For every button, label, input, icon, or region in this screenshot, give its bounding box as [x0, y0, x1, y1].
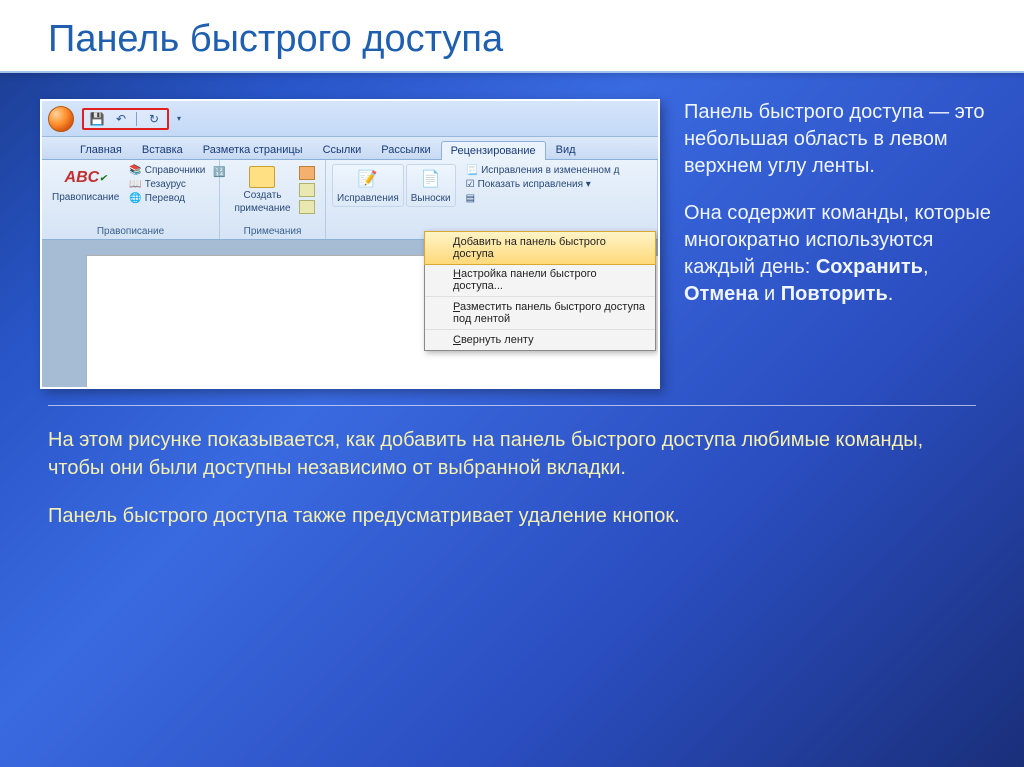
thesaurus-icon: 📖 — [129, 179, 141, 190]
translate-icon: 🌐 — [129, 193, 141, 204]
tab-review[interactable]: Рецензирование — [441, 141, 546, 160]
tab-layout[interactable]: Разметка страницы — [193, 140, 313, 159]
quick-access-toolbar: 💾 ↶ ↻ — [82, 108, 169, 130]
ribbon: ABC✔ Правописание 📚Справочники 📖Тезаурус… — [42, 160, 658, 240]
doc-icon: 📃 — [466, 165, 478, 176]
undo-icon[interactable]: ↶ — [112, 110, 130, 128]
context-menu: Добавить на панель быстрого доступа Наст… — [424, 231, 656, 351]
track-changes-button[interactable]: 📝 Исправления — [332, 164, 404, 207]
side-paragraph-2: Она содержит команды, которые многократн… — [684, 200, 996, 308]
prev-comment-icon[interactable] — [299, 183, 315, 197]
office-button-icon[interactable] — [48, 106, 74, 132]
balloons-icon: 📄 — [419, 167, 443, 191]
qat-dropdown-icon[interactable]: ▾ — [177, 114, 181, 123]
check-icon: ☑ — [466, 179, 475, 190]
menu-add-to-qat[interactable]: Добавить на панель быстрого доступа — [424, 231, 656, 265]
tab-view[interactable]: Вид — [546, 140, 586, 159]
research-button[interactable]: 📚Справочники — [127, 164, 207, 177]
reviewing-pane[interactable]: ▤ — [464, 192, 622, 205]
spellcheck-button[interactable]: ABC✔ Правописание — [48, 164, 123, 205]
spellcheck-label: Правописание — [52, 192, 119, 203]
balloons-button[interactable]: 📄 Выноски — [406, 164, 456, 207]
show-markup[interactable]: ☑Показать исправления ▾ — [464, 178, 622, 191]
next-comment-icon[interactable] — [299, 200, 315, 214]
bottom-description: На этом рисунке показывается, как добави… — [0, 412, 1024, 564]
title-bar: 💾 ↶ ↻ ▾ — [42, 101, 658, 137]
ribbon-tabs: Главная Вставка Разметка страницы Ссылки… — [42, 137, 658, 160]
bottom-paragraph-1: На этом рисунке показывается, как добави… — [48, 426, 976, 482]
group-comments: Создать примечание Примечания — [220, 160, 326, 239]
display-for-review[interactable]: 📃Исправления в измененном д — [464, 164, 622, 177]
divider — [48, 405, 976, 406]
menu-customize-qat[interactable]: Настройка панели быстрого доступа... — [425, 264, 655, 297]
side-paragraph-1: Панель быстрого доступа — это небольшая … — [684, 99, 996, 180]
spellcheck-icon: ABC✔ — [74, 166, 98, 190]
slide-title: Панель быстрого доступа — [0, 0, 1024, 73]
book-icon: 📚 — [129, 165, 141, 176]
qat-separator — [136, 112, 139, 126]
tab-home[interactable]: Главная — [70, 140, 132, 159]
new-comment-button[interactable]: Создать примечание — [230, 164, 294, 216]
save-icon[interactable]: 💾 — [88, 110, 106, 128]
tab-insert[interactable]: Вставка — [132, 140, 193, 159]
tab-mailings[interactable]: Рассылки — [371, 140, 440, 159]
menu-minimize-ribbon[interactable]: Свернуть ленту — [425, 330, 655, 350]
track-changes-icon: 📝 — [356, 167, 380, 191]
tab-references[interactable]: Ссылки — [313, 140, 372, 159]
group-label-comments: Примечания — [226, 224, 319, 237]
screenshot: 💾 ↶ ↻ ▾ Главная Вставка Разметка страниц… — [40, 99, 660, 389]
redo-icon[interactable]: ↻ — [145, 110, 163, 128]
thesaurus-button[interactable]: 📖Тезаурус — [127, 178, 207, 191]
translate-button[interactable]: 🌐Перевод — [127, 192, 207, 205]
comment-icon — [249, 166, 275, 188]
group-label-proofing: Правописание — [48, 224, 213, 237]
bottom-paragraph-2: Панель быстрого доступа также предусматр… — [48, 502, 976, 530]
side-description: Панель быстрого доступа — это небольшая … — [684, 99, 996, 389]
menu-show-qat-below[interactable]: Разместить панель быстрого доступа под л… — [425, 297, 655, 330]
pane-icon: ▤ — [466, 193, 475, 204]
cursor-icon: ↖ — [656, 237, 660, 255]
group-proofing: ABC✔ Правописание 📚Справочники 📖Тезаурус… — [42, 160, 220, 239]
group-tracking: 📝 Исправления 📄 Выноски 📃Исправления в и… — [326, 160, 658, 239]
delete-comment-icon[interactable] — [299, 166, 315, 180]
